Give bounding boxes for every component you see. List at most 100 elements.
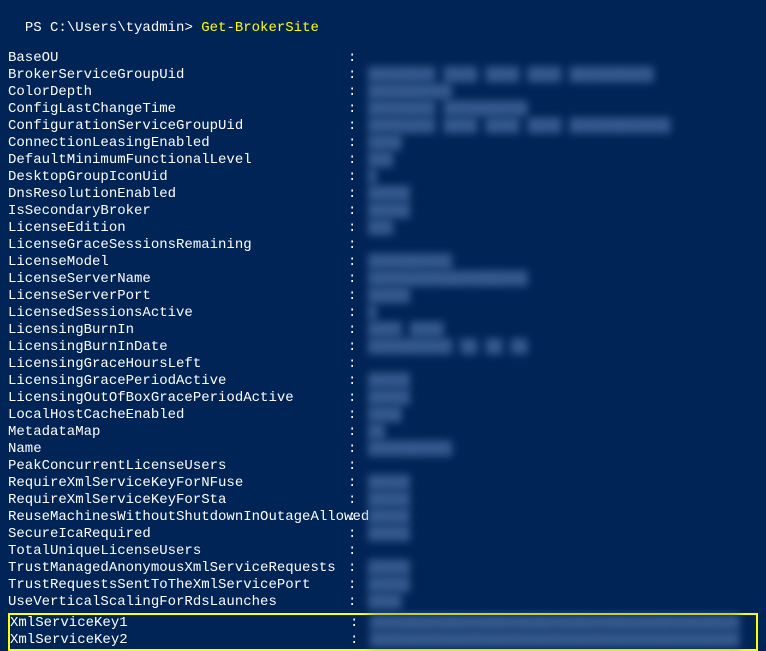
property-value: █ [368, 305, 758, 322]
property-name: IsSecondaryBroker [8, 203, 348, 220]
property-separator: : [348, 577, 368, 594]
property-separator: : [348, 492, 368, 509]
property-row: LicensedSessionsActive: █ [8, 305, 758, 322]
property-name: MetadataMap [8, 424, 348, 441]
property-row: LicenseModel: ██████████ [8, 254, 758, 271]
property-value: ██████████ [368, 254, 758, 271]
property-row: LicensingGracePeriodActive: █████ [8, 373, 758, 390]
property-separator: : [348, 594, 368, 611]
property-separator: : [348, 543, 368, 560]
property-name: UseVerticalScalingForRdsLaunches [8, 594, 348, 611]
property-separator: : [348, 288, 368, 305]
property-separator: : [348, 458, 368, 475]
property-value: ████ ████ [368, 322, 758, 339]
property-row: SecureIcaRequired: █████ [8, 526, 758, 543]
property-name: DnsResolutionEnabled [8, 186, 348, 203]
property-separator: : [348, 169, 368, 186]
property-name: LicenseServerPort [8, 288, 348, 305]
property-name: ConfigurationServiceGroupUid [8, 118, 348, 135]
property-name: ColorDepth [8, 84, 348, 101]
property-row: ConfigLastChangeTime: ████████ █████████… [8, 101, 758, 118]
property-row: LocalHostCacheEnabled: ████ [8, 407, 758, 424]
property-row: XmlServiceKey1: ████████████████████████… [10, 615, 756, 632]
property-value: ████████████████████████████████████████… [370, 615, 756, 632]
property-row: ConfigurationServiceGroupUid: ████████ █… [8, 118, 758, 135]
property-row: RequireXmlServiceKeyForSta: █████ [8, 492, 758, 509]
property-separator: : [348, 254, 368, 271]
property-value: █ [368, 169, 758, 186]
property-name: LicensingBurnInDate [8, 339, 348, 356]
property-name: LicensingBurnIn [8, 322, 348, 339]
property-name: XmlServiceKey2 [10, 632, 350, 649]
property-value: ████████████████████████████████████████… [370, 632, 756, 649]
property-separator: : [348, 407, 368, 424]
property-row: LicenseEdition: ███ [8, 220, 758, 237]
property-row: LicensingOutOfBoxGracePeriodActive: ████… [8, 390, 758, 407]
property-row: ColorDepth: ██████████ [8, 84, 758, 101]
property-value [368, 50, 758, 67]
property-value: █████ [368, 475, 758, 492]
property-separator: : [348, 135, 368, 152]
property-separator: : [350, 632, 370, 649]
property-name: TrustRequestsSentToTheXmlServicePort [8, 577, 348, 594]
property-name: Name [8, 441, 348, 458]
property-value: ██ [368, 424, 758, 441]
property-value: █████ [368, 560, 758, 577]
property-name: LicenseGraceSessionsRemaining [8, 237, 348, 254]
property-separator: : [348, 526, 368, 543]
output-block: BaseOU: BrokerServiceGroupUid: ████████ … [8, 50, 758, 611]
property-separator: : [348, 203, 368, 220]
property-value: ██████████ [368, 84, 758, 101]
property-name: SecureIcaRequired [8, 526, 348, 543]
property-row: BaseOU: [8, 50, 758, 67]
property-value: █████ [368, 186, 758, 203]
property-name: BrokerServiceGroupUid [8, 67, 348, 84]
property-separator: : [348, 101, 368, 118]
property-name: TrustManagedAnonymousXmlServiceRequests [8, 560, 348, 577]
property-separator: : [350, 615, 370, 632]
property-name: LicensingGraceHoursLeft [8, 356, 348, 373]
property-name: XmlServiceKey1 [10, 615, 350, 632]
property-value [368, 356, 758, 373]
property-row: LicenseServerName: ███████████████████ [8, 271, 758, 288]
property-name: TotalUniqueLicenseUsers [8, 543, 348, 560]
property-separator: : [348, 509, 368, 526]
property-separator: : [348, 271, 368, 288]
property-row: XmlServiceKey2: ████████████████████████… [10, 632, 756, 649]
property-row: MetadataMap: ██ [8, 424, 758, 441]
property-name: LicensingOutOfBoxGracePeriodActive [8, 390, 348, 407]
property-name: LicenseModel [8, 254, 348, 271]
property-value: █████ [368, 203, 758, 220]
property-row: PeakConcurrentLicenseUsers: [8, 458, 758, 475]
property-name: DesktopGroupIconUid [8, 169, 348, 186]
property-row: RequireXmlServiceKeyForNFuse: █████ [8, 475, 758, 492]
property-value: █████ [368, 288, 758, 305]
property-row: TrustManagedAnonymousXmlServiceRequests:… [8, 560, 758, 577]
property-name: LicensedSessionsActive [8, 305, 348, 322]
property-separator: : [348, 373, 368, 390]
property-row: TrustRequestsSentToTheXmlServicePort: ██… [8, 577, 758, 594]
property-name: LicensingGracePeriodActive [8, 373, 348, 390]
property-value: ██████████ ██ ██ ██ [368, 339, 758, 356]
property-separator: : [348, 560, 368, 577]
property-separator: : [348, 475, 368, 492]
property-separator: : [348, 50, 368, 67]
property-row: ReuseMachinesWithoutShutdownInOutageAllo… [8, 509, 758, 526]
property-row: LicensingGraceHoursLeft: [8, 356, 758, 373]
property-name: LocalHostCacheEnabled [8, 407, 348, 424]
property-value: ████ [368, 407, 758, 424]
property-separator: : [348, 390, 368, 407]
property-separator: : [348, 237, 368, 254]
property-name: ConfigLastChangeTime [8, 101, 348, 118]
property-row: TotalUniqueLicenseUsers: [8, 543, 758, 560]
property-row: IsSecondaryBroker: █████ [8, 203, 758, 220]
property-row: Name: ██████████ [8, 441, 758, 458]
property-row: DnsResolutionEnabled: █████ [8, 186, 758, 203]
highlighted-block: XmlServiceKey1: ████████████████████████… [8, 613, 758, 651]
property-name: PeakConcurrentLicenseUsers [8, 458, 348, 475]
property-value: ███ [368, 220, 758, 237]
property-row: DefaultMinimumFunctionalLevel: ███ [8, 152, 758, 169]
property-row: DesktopGroupIconUid: █ [8, 169, 758, 186]
property-value: ██████████ [368, 441, 758, 458]
property-separator: : [348, 220, 368, 237]
